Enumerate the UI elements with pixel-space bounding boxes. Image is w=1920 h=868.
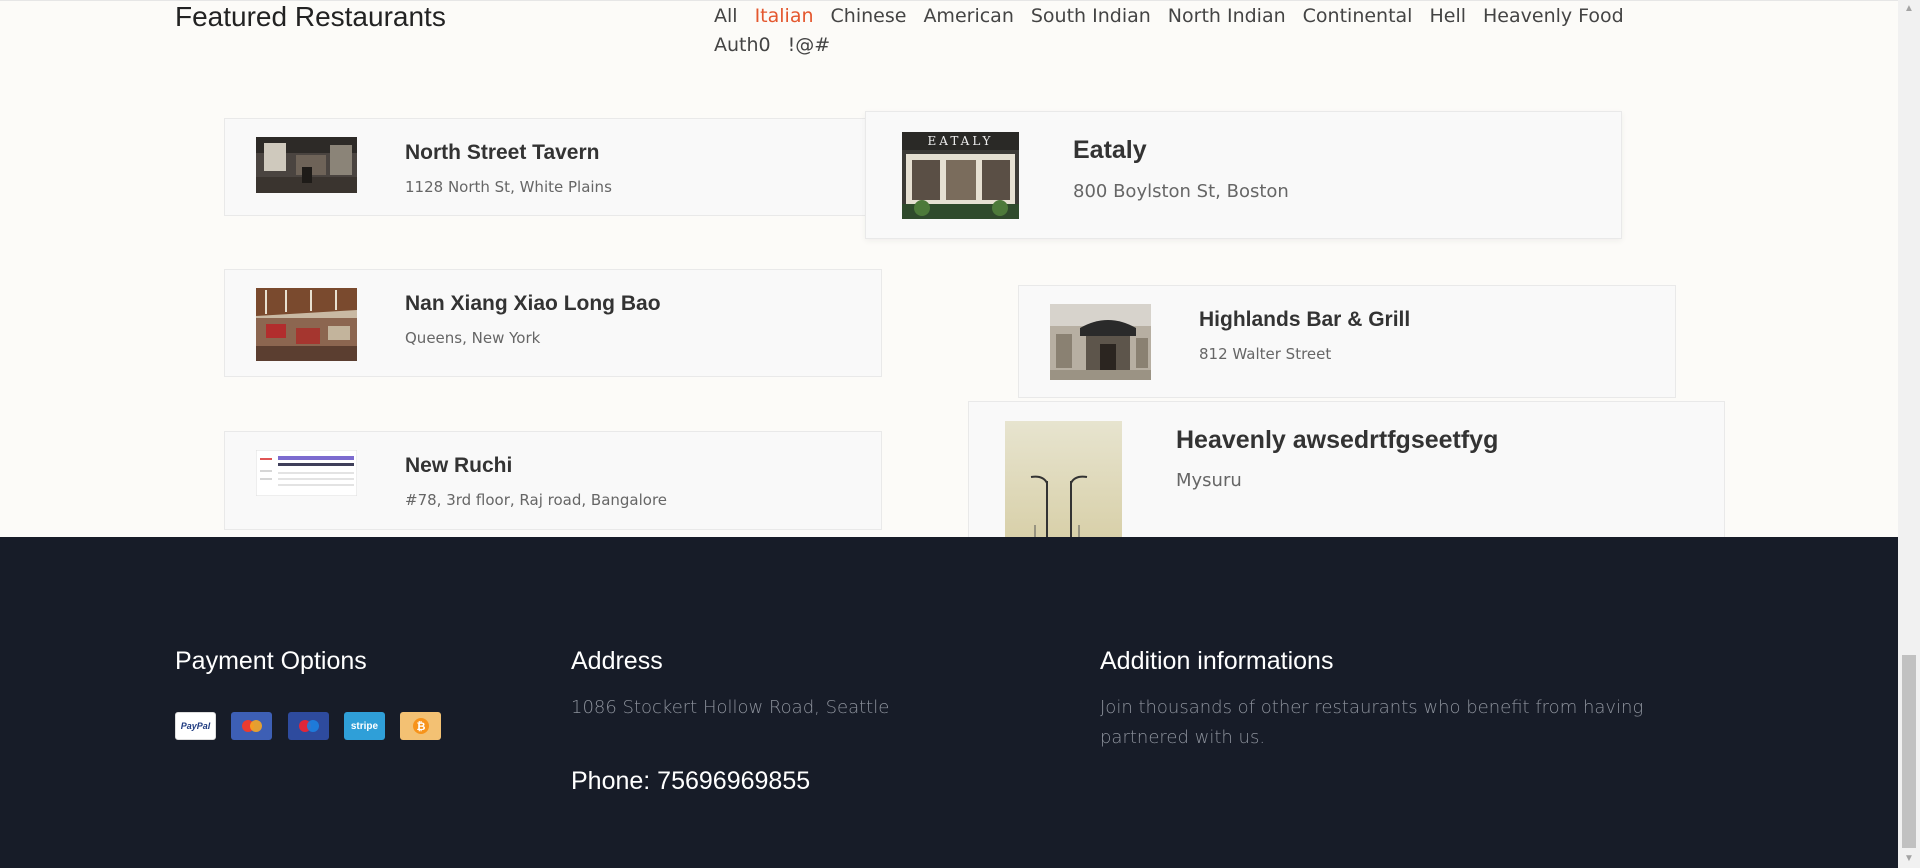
svg-text:₿: ₿	[416, 720, 425, 733]
filter-all[interactable]: All	[714, 2, 738, 31]
restaurant-address: 800 Boylston St, Boston	[1073, 181, 1289, 202]
restaurant-name[interactable]: Eataly	[1073, 136, 1147, 165]
section-title: Featured Restaurants	[175, 1, 446, 32]
paypal-icon: PayPal	[175, 712, 216, 740]
paypal-label: PayPal	[180, 721, 211, 731]
restaurant-name[interactable]: New Ruchi	[405, 454, 512, 478]
filter-auth0[interactable]: Auth0	[714, 31, 771, 60]
restaurant-image: EATALY	[902, 132, 1019, 219]
restaurant-image	[256, 137, 357, 193]
scroll-down-arrow-icon[interactable]: ▼	[1898, 850, 1920, 868]
restaurant-card-new-ruchi[interactable]: New Ruchi #78, 3rd floor, Raj road, Bang…	[224, 431, 882, 530]
restaurant-image	[256, 450, 357, 496]
restaurant-card-eataly[interactable]: EATALY Eataly 800 Boylston St, Boston	[865, 111, 1622, 239]
stripe-icon: stripe	[344, 712, 385, 740]
additional-info-text: Join thousands of other restaurants who …	[1100, 697, 1644, 748]
filter-heavenly-food[interactable]: Heavenly Food	[1483, 2, 1624, 31]
payment-options-title: Payment Options	[175, 647, 367, 675]
cuisine-filter-bar: All Italian Chinese American South Indian Nor…	[714, 2, 1674, 60]
phone-number: Phone: 75696969855	[571, 767, 811, 795]
filter-italian[interactable]: Italian	[755, 2, 814, 31]
filter-american[interactable]: American	[923, 2, 1013, 31]
additional-info-title: Addition informations	[1100, 647, 1334, 675]
restaurant-image	[1005, 421, 1122, 537]
eataly-sign: EATALY	[927, 134, 994, 148]
restaurant-image	[1050, 304, 1151, 380]
main-content: Featured Restaurants All Italian Chinese Am…	[0, 0, 1898, 537]
restaurant-address: Queens, New York	[405, 329, 541, 347]
mastercard-icon	[231, 712, 272, 740]
filter-chinese[interactable]: Chinese	[831, 2, 907, 31]
restaurant-card-highlands[interactable]: Highlands Bar & Grill 812 Walter Street	[1018, 285, 1676, 398]
restaurant-name[interactable]: North Street Tavern	[405, 141, 600, 165]
filter-south-indian[interactable]: South Indian	[1031, 2, 1151, 31]
restaurant-name[interactable]: Nan Xiang Xiao Long Bao	[405, 292, 661, 316]
site-footer: Payment Options PayPal stripe ₿ Address …	[0, 537, 1898, 868]
restaurant-address: 1128 North St, White Plains	[405, 178, 612, 196]
filter-hell[interactable]: Hell	[1429, 2, 1466, 31]
filter-north-indian[interactable]: North Indian	[1168, 2, 1286, 31]
maestro-icon	[288, 712, 329, 740]
filter-continental[interactable]: Continental	[1303, 2, 1413, 31]
filter-special-chars[interactable]: !@#	[788, 31, 831, 60]
address-title: Address	[571, 647, 663, 675]
address-text: 1086 Stockert Hollow Road, Seattle	[571, 697, 890, 718]
stripe-label: stripe	[350, 720, 379, 732]
restaurant-card-heavenly[interactable]: Heavenly awsedrtfgseetfyg Mysuru	[968, 401, 1725, 537]
scroll-up-arrow-icon[interactable]: ▲	[1898, 0, 1920, 18]
restaurant-image	[256, 288, 357, 361]
scrollbar-thumb[interactable]	[1902, 655, 1916, 848]
restaurant-address: 812 Walter Street	[1199, 345, 1332, 363]
restaurant-name[interactable]: Heavenly awsedrtfgseetfyg	[1176, 426, 1498, 455]
restaurant-name[interactable]: Highlands Bar & Grill	[1199, 308, 1410, 332]
bitcoin-icon: ₿	[400, 712, 441, 740]
restaurant-card-nan-xiang[interactable]: Nan Xiang Xiao Long Bao Queens, New York	[224, 269, 882, 377]
restaurant-address: Mysuru	[1176, 470, 1242, 491]
restaurant-card-north-street-tavern[interactable]: North Street Tavern 1128 North St, White…	[224, 118, 882, 216]
page-scrollbar[interactable]: ▲ ▼	[1898, 0, 1920, 868]
restaurant-address: #78, 3rd floor, Raj road, Bangalore	[405, 491, 668, 509]
